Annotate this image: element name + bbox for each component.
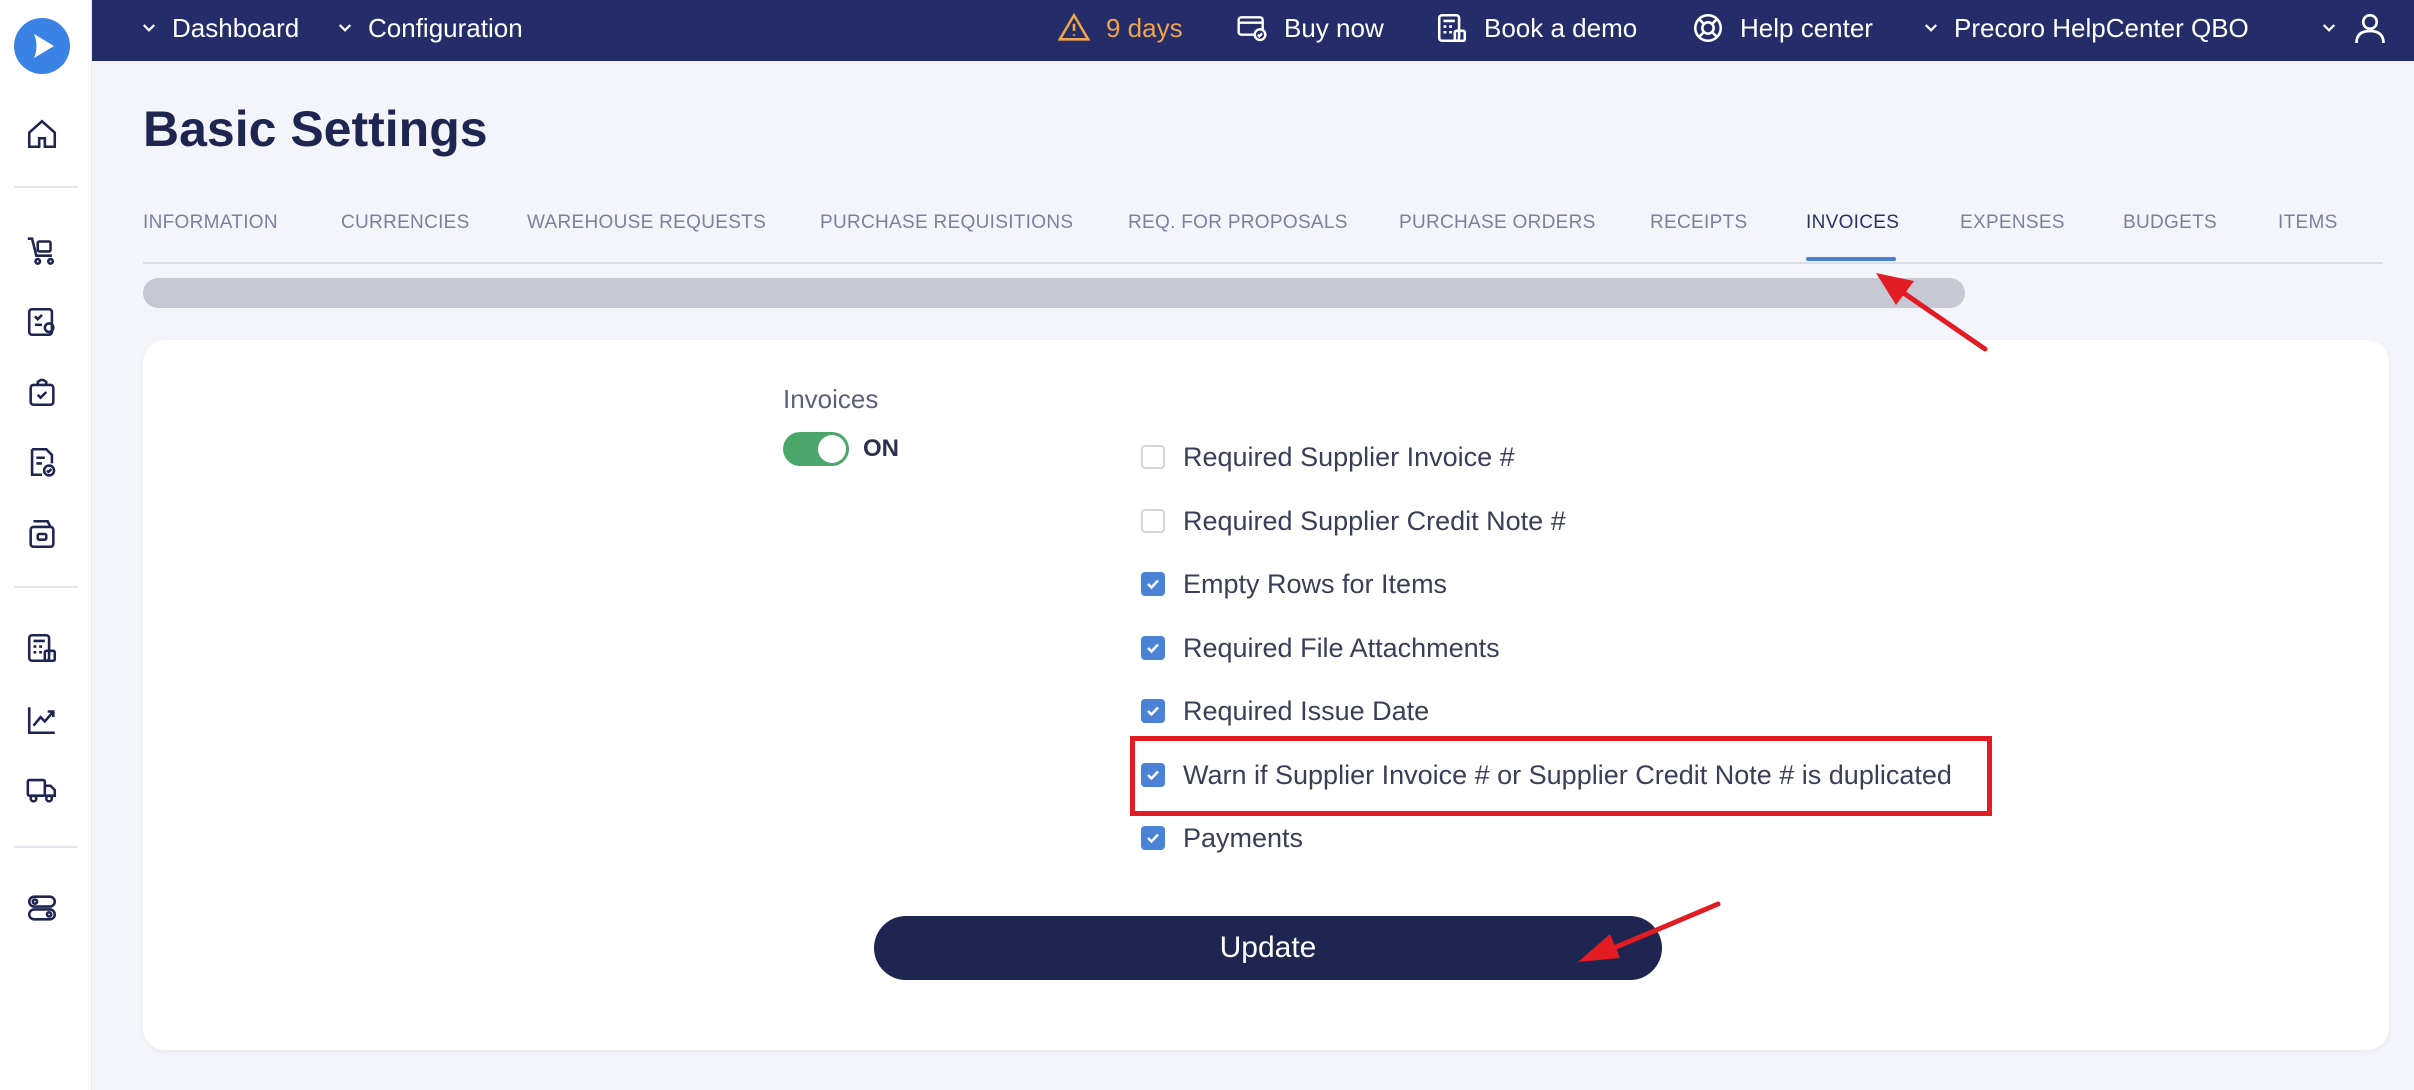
calculator-icon[interactable]	[22, 628, 62, 668]
option-required-issue-date[interactable]: Required Issue Date	[1141, 691, 1429, 731]
checkmark-icon	[1147, 579, 1159, 590]
tab-invoices[interactable]: INVOICES	[1806, 212, 1899, 234]
option-empty-rows-for-items[interactable]: Empty Rows for Items	[1141, 564, 1447, 604]
user-menu[interactable]	[2320, 0, 2402, 56]
checkmark-icon	[1147, 706, 1159, 717]
option-required-supplier-invoice[interactable]: Required Supplier Invoice #	[1141, 437, 1515, 477]
tab-purchase-orders[interactable]: PURCHASE ORDERS	[1399, 212, 1596, 234]
highlight-box	[1130, 736, 1992, 816]
help-center-label: Help center	[1740, 13, 1873, 43]
wallet-icon[interactable]	[22, 514, 62, 554]
invoices-settings-card: Invoices ON Required Supplier Invoice # …	[143, 340, 2389, 1050]
settings-tabs: INFORMATION CURRENCIES WAREHOUSE REQUEST…	[143, 200, 2383, 264]
configuration-menu[interactable]: Configuration	[336, 0, 523, 56]
precoro-logo[interactable]	[14, 18, 70, 74]
chevron-down-icon	[142, 24, 156, 32]
truck-icon[interactable]	[22, 770, 62, 810]
company-selector[interactable]: Precoro HelpCenter QBO	[1922, 0, 2249, 56]
option-label: Required Supplier Credit Note #	[1183, 505, 1566, 536]
chevron-down-icon	[338, 24, 352, 32]
book-demo-link[interactable]: Book a demo	[1434, 0, 1637, 56]
buy-now-label: Buy now	[1284, 13, 1384, 43]
section-label: Invoices	[783, 384, 879, 414]
company-name: Precoro HelpCenter QBO	[1954, 13, 2249, 43]
user-icon	[2355, 13, 2385, 44]
checkmark-icon	[1147, 833, 1159, 844]
sidebar	[0, 0, 92, 1090]
checkbox-required-issue-date[interactable]	[1141, 699, 1165, 723]
sidebar-divider	[14, 846, 78, 848]
sidebar-divider	[14, 586, 78, 588]
checkbox-required-file-attachments[interactable]	[1141, 636, 1165, 660]
toggle-knob	[818, 435, 846, 463]
tab-budgets[interactable]: BUDGETS	[2123, 212, 2217, 234]
calendar-icon	[1437, 13, 1467, 43]
cart-icon[interactable]	[22, 230, 62, 270]
dashboard-menu[interactable]: Dashboard	[140, 0, 299, 56]
update-button[interactable]: Update	[874, 916, 1662, 980]
page-title: Basic Settings	[143, 101, 488, 157]
checkmark-icon	[1147, 643, 1159, 654]
tab-receipts[interactable]: RECEIPTS	[1650, 212, 1747, 234]
tab-currencies[interactable]: CURRENCIES	[341, 212, 470, 234]
checkbox-empty-rows-for-items[interactable]	[1141, 572, 1165, 596]
tab-information[interactable]: INFORMATION	[143, 212, 278, 234]
option-label: Empty Rows for Items	[1183, 568, 1448, 599]
top-navigation-bar: Dashboard Configuration 9 days Buy now B…	[92, 0, 2414, 61]
tab-items[interactable]: ITEMS	[2278, 212, 2338, 234]
buy-now-link[interactable]: Buy now	[1234, 0, 1384, 56]
analytics-icon[interactable]	[22, 700, 62, 740]
option-label: Required Issue Date	[1183, 695, 1430, 726]
dashboard-label: Dashboard	[172, 13, 300, 43]
chevron-down-icon	[2322, 24, 2336, 32]
tab-expenses[interactable]: EXPENSES	[1960, 212, 2065, 234]
home-icon[interactable]	[22, 114, 62, 154]
bag-check-icon[interactable]	[22, 372, 62, 412]
option-required-supplier-credit-note[interactable]: Required Supplier Credit Note #	[1141, 501, 1566, 541]
invoice-check-icon[interactable]	[22, 442, 62, 482]
option-label: Payments	[1183, 822, 1304, 853]
settings-toggles-icon[interactable]	[22, 888, 62, 928]
lifebuoy-icon	[1693, 13, 1723, 43]
option-label: Required File Attachments	[1183, 632, 1500, 663]
chevron-down-icon	[1924, 24, 1938, 32]
tab-warehouse-requests[interactable]: WAREHOUSE REQUESTS	[527, 212, 766, 234]
toggle-state-label: ON	[863, 435, 899, 462]
checkbox-required-supplier-credit-note[interactable]	[1141, 509, 1165, 533]
help-center-link[interactable]: Help center	[1690, 0, 1873, 56]
book-demo-label: Book a demo	[1484, 13, 1638, 43]
configuration-label: Configuration	[368, 13, 523, 43]
checkbox-required-supplier-invoice[interactable]	[1141, 445, 1165, 469]
warning-icon	[1057, 12, 1091, 41]
option-payments[interactable]: Payments	[1141, 818, 1303, 858]
requests-icon[interactable]	[22, 302, 62, 342]
active-tab-indicator	[1806, 257, 1896, 261]
trial-days-label: 9 days	[1106, 13, 1183, 43]
option-label: Required Supplier Invoice #	[1183, 441, 1515, 472]
tab-req-for-proposals[interactable]: REQ. FOR PROPOSALS	[1128, 212, 1348, 234]
tab-purchase-requisitions[interactable]: PURCHASE REQUISITIONS	[820, 212, 1073, 234]
checkbox-payments[interactable]	[1141, 826, 1165, 850]
invoices-toggle[interactable]	[783, 432, 849, 466]
option-required-file-attachments[interactable]: Required File Attachments	[1141, 628, 1500, 668]
tabs-horizontal-scrollbar[interactable]	[143, 278, 1965, 308]
play-logo-icon	[34, 34, 54, 58]
trial-days-indicator[interactable]: 9 days	[1056, 0, 1183, 56]
credit-card-icon	[1237, 16, 1267, 42]
sidebar-divider	[14, 186, 78, 188]
